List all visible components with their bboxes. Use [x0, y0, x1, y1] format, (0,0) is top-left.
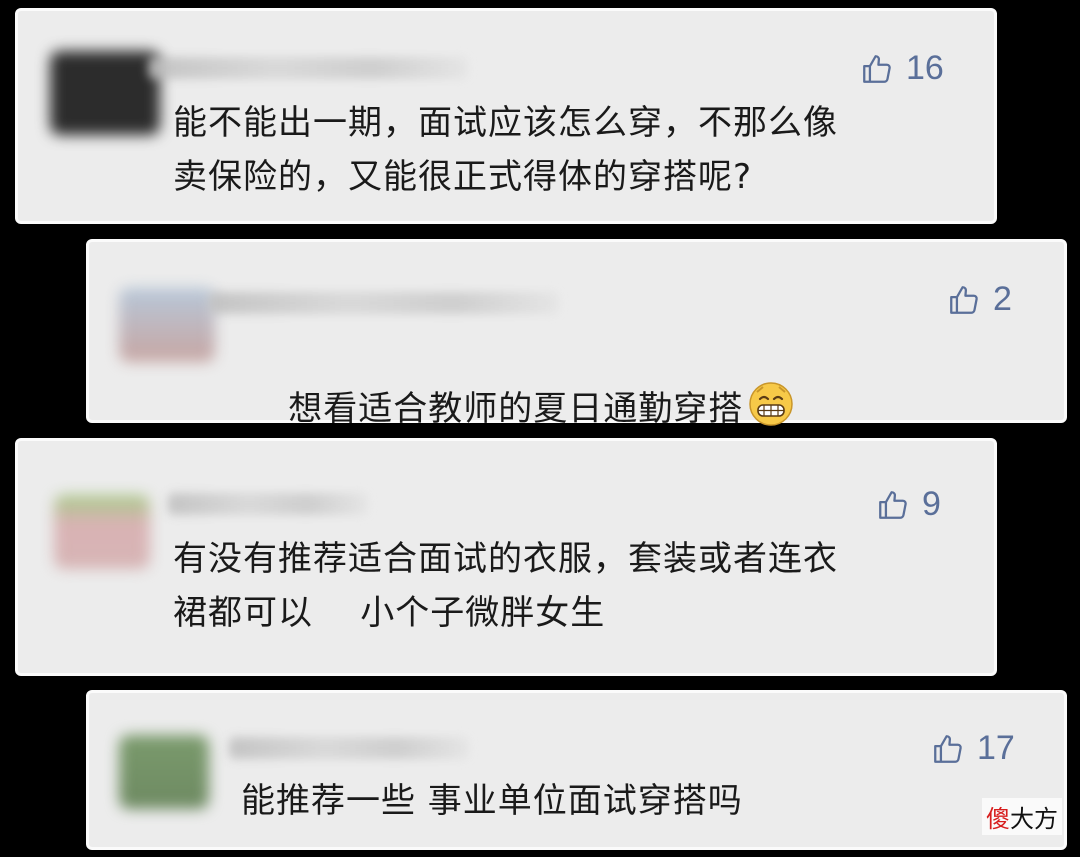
like-count: 2 [993, 280, 1012, 318]
avatar[interactable] [50, 51, 160, 135]
avatar[interactable] [119, 288, 215, 362]
comment-text: 能不能出一期，面试应该怎么穿，不那么像 [173, 103, 838, 143]
like-button[interactable]: 17 [931, 729, 1015, 768]
like-count: 9 [922, 485, 941, 523]
comment-text: 能推荐一些 事业单位面试穿搭吗 [241, 781, 743, 821]
like-count: 16 [906, 49, 944, 87]
comment-text: 有没有推荐适合面试的衣服，套装或者连衣 [173, 539, 838, 579]
comment-text-content: 想看适合教师的夏日通勤穿搭 [288, 389, 744, 429]
like-button[interactable]: 2 [947, 280, 1012, 319]
avatar[interactable] [119, 735, 209, 809]
reply-card: 17 能推荐一些 事业单位面试穿搭吗 [86, 690, 1067, 850]
username[interactable] [229, 737, 469, 759]
watermark-first-char: 傻 [986, 805, 1010, 833]
username[interactable] [209, 292, 559, 314]
comment-card: 16 能不能出一期，面试应该怎么穿，不那么像 卖保险的，又能很正式得体的穿搭呢? [15, 8, 997, 224]
comment-text-line2: 卖保险的，又能很正式得体的穿搭呢? [173, 157, 753, 197]
comment-card: 9 有没有推荐适合面试的衣服，套装或者连衣 裙都可以 小个子微胖女生 [15, 438, 997, 676]
thumbs-up-icon [879, 490, 907, 519]
username[interactable] [148, 57, 468, 79]
watermark: 傻大方 [982, 798, 1062, 835]
thumbs-up-icon [934, 734, 962, 763]
thumbs-up-icon [863, 54, 891, 83]
username[interactable] [168, 493, 368, 515]
comment-text-line2: 裙都可以 小个子微胖女生 [173, 593, 606, 633]
avatar[interactable] [54, 495, 150, 569]
reply-card: 2 想看适合教师的夏日通勤穿搭 [86, 239, 1067, 429]
thumbs-up-icon [950, 285, 978, 314]
grinning-emoji-icon [749, 382, 793, 426]
watermark-rest: 大方 [1010, 805, 1058, 833]
like-button[interactable]: 9 [876, 485, 941, 524]
like-count: 17 [977, 729, 1015, 767]
like-button[interactable]: 16 [860, 49, 944, 88]
